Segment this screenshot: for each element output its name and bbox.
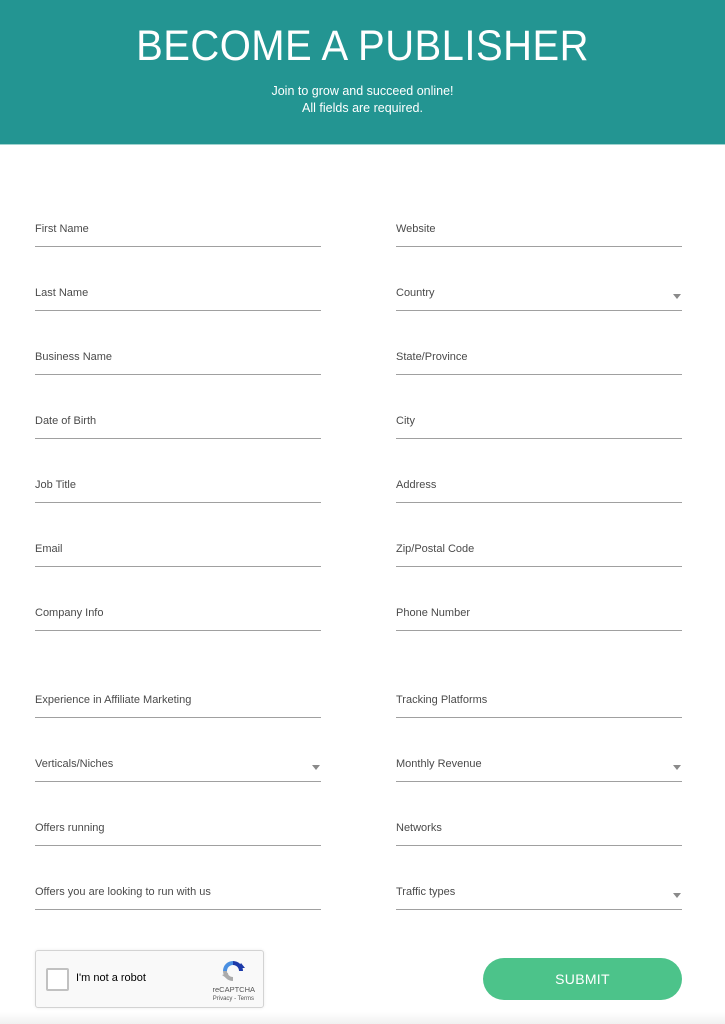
field-label: Date of Birth: [35, 415, 97, 427]
monthly-revenue-select[interactable]: Monthly Revenue: [396, 751, 682, 782]
verticals-niches-select[interactable]: Verticals/Niches: [35, 751, 321, 782]
chevron-down-icon: [673, 893, 681, 898]
email-field[interactable]: Email: [35, 536, 321, 567]
field-label: City: [396, 415, 415, 427]
offers-to-run-field[interactable]: Offers you are looking to run with us: [35, 879, 321, 910]
tracking-platforms-field[interactable]: Tracking Platforms: [396, 687, 682, 718]
recaptcha-widget: I'm not a robot reCAPTCHA Privacy - Term…: [35, 950, 264, 1008]
chevron-down-icon: [312, 765, 320, 770]
field-label: Website: [396, 223, 436, 235]
field-label: Offers you are looking to run with us: [35, 886, 211, 898]
phone-number-field[interactable]: Phone Number: [396, 600, 682, 631]
chevron-down-icon: [673, 765, 681, 770]
field-label: Experience in Affiliate Marketing: [35, 694, 192, 706]
affiliate-experience-field[interactable]: Experience in Affiliate Marketing: [35, 687, 321, 718]
job-title-field[interactable]: Job Title: [35, 472, 321, 503]
recaptcha-logo-icon: [222, 961, 245, 981]
first-name-field[interactable]: First Name: [35, 216, 321, 247]
field-label: Company Info: [35, 607, 104, 619]
field-label: Country: [396, 287, 435, 299]
field-label: Networks: [396, 822, 442, 834]
address-field[interactable]: Address: [396, 472, 682, 503]
offers-running-field[interactable]: Offers running: [35, 815, 321, 846]
page-header: BECOME A PUBLISHER Join to grow and succ…: [0, 0, 725, 145]
recaptcha-brand: reCAPTCHA: [212, 985, 255, 994]
submit-button[interactable]: SUBMIT: [483, 958, 682, 1000]
chevron-down-icon: [673, 294, 681, 299]
field-label: State/Province: [396, 351, 468, 363]
field-label: Last Name: [35, 287, 89, 299]
page-bottom-shadow: [0, 1012, 725, 1024]
field-label: Address: [396, 479, 437, 491]
field-label: Traffic types: [396, 886, 456, 898]
field-label: Zip/Postal Code: [396, 543, 475, 555]
recaptcha-privacy-terms-links[interactable]: Privacy - Terms: [213, 996, 254, 1002]
business-name-field[interactable]: Business Name: [35, 344, 321, 375]
field-label: Job Title: [35, 479, 76, 491]
zip-postal-code-field[interactable]: Zip/Postal Code: [396, 536, 682, 567]
field-label: Email: [35, 543, 63, 555]
last-name-field[interactable]: Last Name: [35, 280, 321, 311]
city-field[interactable]: City: [396, 408, 682, 439]
field-label: Monthly Revenue: [396, 758, 482, 770]
page-subtitle: Join to grow and succeed online!: [271, 84, 454, 98]
field-label: First Name: [35, 223, 89, 235]
recaptcha-label: I'm not a robot: [76, 972, 146, 984]
field-label: Tracking Platforms: [396, 694, 488, 706]
country-select[interactable]: Country: [396, 280, 682, 311]
page-title: BECOME A PUBLISHER: [136, 22, 589, 70]
recaptcha-checkbox[interactable]: [46, 968, 69, 991]
website-field[interactable]: Website: [396, 216, 682, 247]
state-province-field[interactable]: State/Province: [396, 344, 682, 375]
required-note: All fields are required.: [302, 101, 423, 115]
field-label: Phone Number: [396, 607, 470, 619]
field-label: Offers running: [35, 822, 105, 834]
company-info-field[interactable]: Company Info: [35, 600, 321, 631]
field-label: Business Name: [35, 351, 113, 363]
traffic-types-select[interactable]: Traffic types: [396, 879, 682, 910]
networks-field[interactable]: Networks: [396, 815, 682, 846]
field-label: Verticals/Niches: [35, 758, 114, 770]
date-of-birth-field[interactable]: Date of Birth: [35, 408, 321, 439]
